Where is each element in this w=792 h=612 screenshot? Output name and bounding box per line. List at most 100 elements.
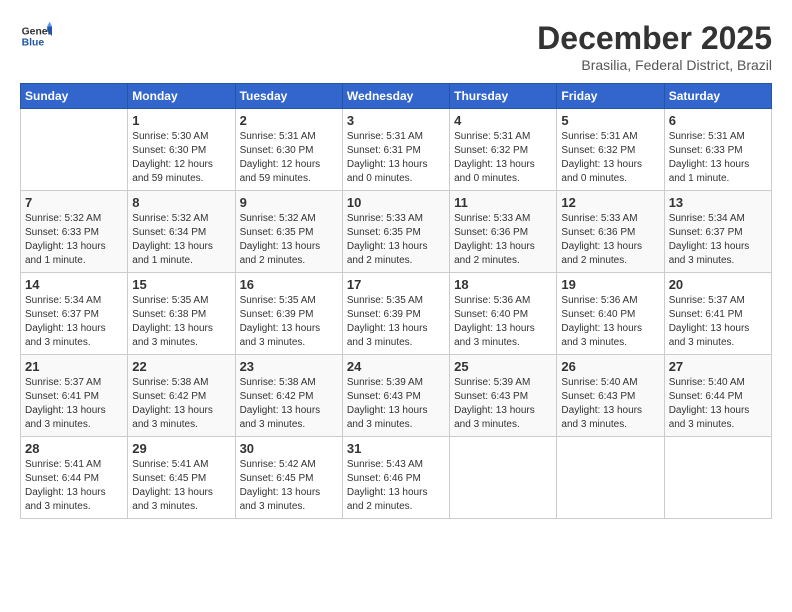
- day-number: 6: [669, 113, 767, 128]
- day-cell: 22 Sunrise: 5:38 AM Sunset: 6:42 PM Dayli…: [128, 355, 235, 437]
- day-cell: 21 Sunrise: 5:37 AM Sunset: 6:41 PM Dayli…: [21, 355, 128, 437]
- day-cell: 19 Sunrise: 5:36 AM Sunset: 6:40 PM Dayli…: [557, 273, 664, 355]
- day-info: Sunrise: 5:37 AM Sunset: 6:41 PM Dayligh…: [25, 376, 123, 432]
- day-cell: 14Sunrise: 5:34 AM Sunset: 6:37 PM Dayli…: [21, 273, 128, 355]
- logo-icon: General Blue: [20, 20, 52, 52]
- day-number: 31: [347, 441, 445, 456]
- day-info: Sunrise: 5:33 AM Sunset: 6:36 PM Dayligh…: [561, 212, 659, 268]
- day-number: 19: [561, 277, 659, 292]
- day-info: Sunrise: 5:32 AM Sunset: 6:33 PM Dayligh…: [25, 212, 123, 268]
- day-cell: 31 Sunrise: 5:43 AM Sunset: 6:46 PM Dayli…: [342, 437, 449, 519]
- calendar-body: 1Sunrise: 5:30 AM Sunset: 6:30 PM Daylig…: [21, 109, 772, 519]
- day-info: Sunrise: 5:34 AM Sunset: 6:37 PM Dayligh…: [669, 212, 767, 268]
- day-number: 11: [454, 195, 552, 210]
- day-number: 16: [240, 277, 338, 292]
- week-row-3: 21 Sunrise: 5:37 AM Sunset: 6:41 PM Dayli…: [21, 355, 772, 437]
- day-info: Sunrise: 5:33 AM Sunset: 6:36 PM Dayligh…: [454, 212, 552, 268]
- day-cell: 4 Sunrise: 5:31 AM Sunset: 6:32 PM Daylig…: [450, 109, 557, 191]
- day-cell: 13 Sunrise: 5:34 AM Sunset: 6:37 PM Dayli…: [664, 191, 771, 273]
- day-number: 28: [25, 441, 123, 456]
- title-area: December 2025 Brasilia, Federal District…: [537, 20, 772, 73]
- day-info: Sunrise: 5:40 AM Sunset: 6:44 PM Dayligh…: [669, 376, 767, 432]
- day-info: Sunrise: 5:31 AM Sunset: 6:31 PM Dayligh…: [347, 130, 445, 186]
- day-info: Sunrise: 5:35 AM Sunset: 6:39 PM Dayligh…: [347, 294, 445, 350]
- header-row: SundayMondayTuesdayWednesdayThursdayFrid…: [21, 84, 772, 109]
- day-info: Sunrise: 5:36 AM Sunset: 6:40 PM Dayligh…: [561, 294, 659, 350]
- day-info: Sunrise: 5:36 AM Sunset: 6:40 PM Dayligh…: [454, 294, 552, 350]
- day-cell: 29Sunrise: 5:41 AM Sunset: 6:45 PM Dayli…: [128, 437, 235, 519]
- day-cell: 3 Sunrise: 5:31 AM Sunset: 6:31 PM Daylig…: [342, 109, 449, 191]
- day-info: Sunrise: 5:32 AM Sunset: 6:35 PM Dayligh…: [240, 212, 338, 268]
- day-cell: 1Sunrise: 5:30 AM Sunset: 6:30 PM Daylig…: [128, 109, 235, 191]
- header-cell-sunday: Sunday: [21, 84, 128, 109]
- day-info: Sunrise: 5:35 AM Sunset: 6:39 PM Dayligh…: [240, 294, 338, 350]
- day-number: 8: [132, 195, 230, 210]
- day-info: Sunrise: 5:31 AM Sunset: 6:32 PM Dayligh…: [454, 130, 552, 186]
- day-number: 13: [669, 195, 767, 210]
- day-cell: [664, 437, 771, 519]
- day-number: 1: [132, 113, 230, 128]
- day-number: 4: [454, 113, 552, 128]
- calendar-subtitle: Brasilia, Federal District, Brazil: [537, 57, 772, 73]
- day-cell: 16 Sunrise: 5:35 AM Sunset: 6:39 PM Dayli…: [235, 273, 342, 355]
- day-number: 21: [25, 359, 123, 374]
- day-cell: 9 Sunrise: 5:32 AM Sunset: 6:35 PM Daylig…: [235, 191, 342, 273]
- day-number: 9: [240, 195, 338, 210]
- day-cell: 20Sunrise: 5:37 AM Sunset: 6:41 PM Dayli…: [664, 273, 771, 355]
- day-cell: [21, 109, 128, 191]
- day-number: 12: [561, 195, 659, 210]
- day-cell: 18 Sunrise: 5:36 AM Sunset: 6:40 PM Dayli…: [450, 273, 557, 355]
- logo: General Blue: [20, 20, 52, 52]
- day-number: 26: [561, 359, 659, 374]
- day-info: Sunrise: 5:39 AM Sunset: 6:43 PM Dayligh…: [347, 376, 445, 432]
- day-info: Sunrise: 5:41 AM Sunset: 6:45 PM Dayligh…: [132, 458, 230, 514]
- day-number: 2: [240, 113, 338, 128]
- day-cell: [557, 437, 664, 519]
- day-info: Sunrise: 5:37 AM Sunset: 6:41 PM Dayligh…: [669, 294, 767, 350]
- day-cell: 5 Sunrise: 5:31 AM Sunset: 6:32 PM Daylig…: [557, 109, 664, 191]
- day-info: Sunrise: 5:33 AM Sunset: 6:35 PM Dayligh…: [347, 212, 445, 268]
- week-row-2: 14Sunrise: 5:34 AM Sunset: 6:37 PM Dayli…: [21, 273, 772, 355]
- day-info: Sunrise: 5:31 AM Sunset: 6:30 PM Dayligh…: [240, 130, 338, 186]
- day-cell: 15Sunrise: 5:35 AM Sunset: 6:38 PM Dayli…: [128, 273, 235, 355]
- day-info: Sunrise: 5:31 AM Sunset: 6:32 PM Dayligh…: [561, 130, 659, 186]
- day-cell: 25 Sunrise: 5:39 AM Sunset: 6:43 PM Dayli…: [450, 355, 557, 437]
- calendar-header: SundayMondayTuesdayWednesdayThursdayFrid…: [21, 84, 772, 109]
- day-info: Sunrise: 5:31 AM Sunset: 6:33 PM Dayligh…: [669, 130, 767, 186]
- day-cell: 10Sunrise: 5:33 AM Sunset: 6:35 PM Dayli…: [342, 191, 449, 273]
- day-number: 3: [347, 113, 445, 128]
- header-cell-tuesday: Tuesday: [235, 84, 342, 109]
- week-row-4: 28 Sunrise: 5:41 AM Sunset: 6:44 PM Dayli…: [21, 437, 772, 519]
- header-cell-friday: Friday: [557, 84, 664, 109]
- day-info: Sunrise: 5:43 AM Sunset: 6:46 PM Dayligh…: [347, 458, 445, 514]
- header-cell-wednesday: Wednesday: [342, 84, 449, 109]
- day-info: Sunrise: 5:41 AM Sunset: 6:44 PM Dayligh…: [25, 458, 123, 514]
- day-number: 22: [132, 359, 230, 374]
- day-info: Sunrise: 5:38 AM Sunset: 6:42 PM Dayligh…: [132, 376, 230, 432]
- header: General Blue December 2025 Brasilia, Fed…: [20, 20, 772, 73]
- day-cell: 2 Sunrise: 5:31 AM Sunset: 6:30 PM Daylig…: [235, 109, 342, 191]
- day-cell: 28 Sunrise: 5:41 AM Sunset: 6:44 PM Dayli…: [21, 437, 128, 519]
- day-cell: 12 Sunrise: 5:33 AM Sunset: 6:36 PM Dayli…: [557, 191, 664, 273]
- day-info: Sunrise: 5:35 AM Sunset: 6:38 PM Dayligh…: [132, 294, 230, 350]
- day-cell: 6 Sunrise: 5:31 AM Sunset: 6:33 PM Daylig…: [664, 109, 771, 191]
- day-cell: 26Sunrise: 5:40 AM Sunset: 6:43 PM Dayli…: [557, 355, 664, 437]
- svg-text:Blue: Blue: [22, 38, 45, 49]
- header-cell-saturday: Saturday: [664, 84, 771, 109]
- day-info: Sunrise: 5:42 AM Sunset: 6:45 PM Dayligh…: [240, 458, 338, 514]
- week-row-0: 1Sunrise: 5:30 AM Sunset: 6:30 PM Daylig…: [21, 109, 772, 191]
- calendar-title: December 2025: [537, 20, 772, 57]
- header-cell-thursday: Thursday: [450, 84, 557, 109]
- day-number: 24: [347, 359, 445, 374]
- day-number: 14: [25, 277, 123, 292]
- day-number: 5: [561, 113, 659, 128]
- day-number: 23: [240, 359, 338, 374]
- day-cell: 7Sunrise: 5:32 AM Sunset: 6:33 PM Daylig…: [21, 191, 128, 273]
- day-number: 30: [240, 441, 338, 456]
- day-number: 18: [454, 277, 552, 292]
- day-info: Sunrise: 5:39 AM Sunset: 6:43 PM Dayligh…: [454, 376, 552, 432]
- day-number: 25: [454, 359, 552, 374]
- day-info: Sunrise: 5:38 AM Sunset: 6:42 PM Dayligh…: [240, 376, 338, 432]
- day-cell: 8Sunrise: 5:32 AM Sunset: 6:34 PM Daylig…: [128, 191, 235, 273]
- day-cell: 11 Sunrise: 5:33 AM Sunset: 6:36 PM Dayli…: [450, 191, 557, 273]
